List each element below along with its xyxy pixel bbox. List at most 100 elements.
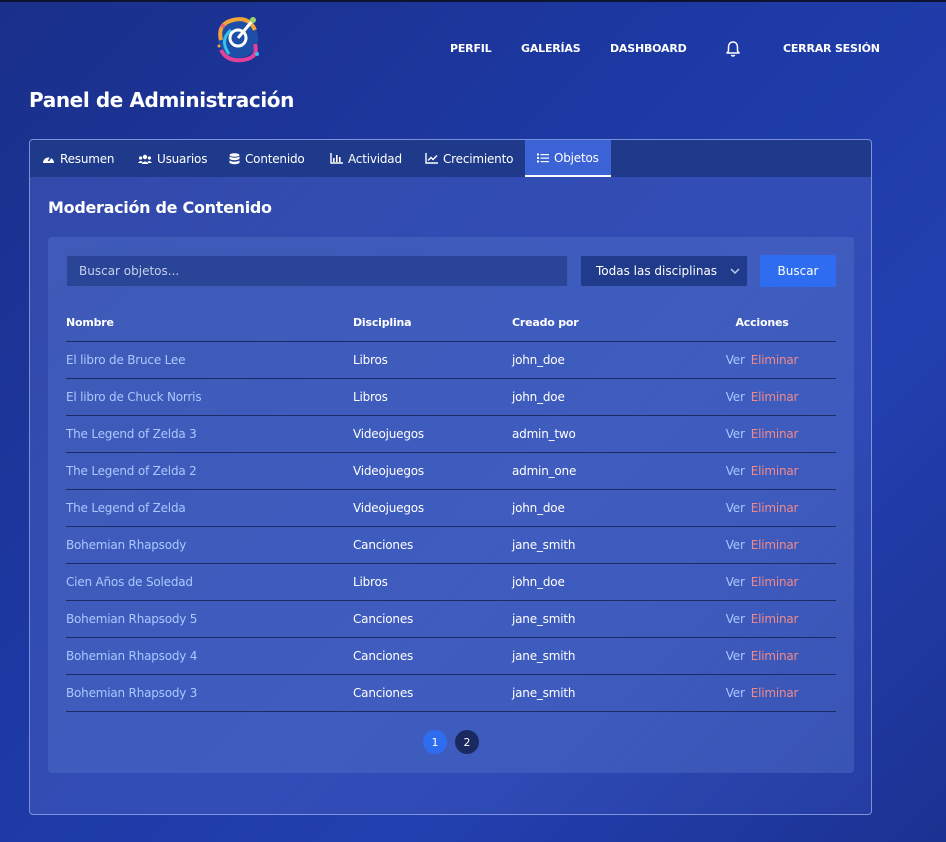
object-name-link[interactable]: El libro de Bruce Lee [66,353,185,367]
tab-usuarios[interactable]: Usuarios [138,140,207,177]
tab-label: Crecimiento [443,151,514,166]
list-icon [537,153,549,162]
table-row: Cien Años de Soledad Libros john_doe Ver Eli… [66,563,836,601]
cell-name: Cien Años de Soledad [66,563,353,601]
objects-table: Nombre Disciplina Creado por Acciones El… [66,305,836,712]
cell-discipline: Canciones [353,674,512,712]
cell-actions: Ver Eliminar [688,341,836,379]
top-nav: PERFIL GALERÍAS DASHBOARD CERRAR SESIÓN [0,42,946,56]
cell-actions: Ver Eliminar [688,637,836,675]
delete-link[interactable]: Eliminar [751,538,799,552]
view-link[interactable]: Ver [726,575,745,589]
cell-discipline: Libros [353,563,512,601]
section-title: Moderación de Contenido [48,198,272,217]
bell-icon[interactable] [725,40,741,58]
table-row: Bohemian Rhapsody 5 Canciones jane_smith Ve… [66,600,836,638]
cell-discipline: Canciones [353,600,512,638]
table-row: El libro de Chuck Norris Libros john_doe Ve… [66,378,836,416]
table-row: The Legend of Zelda 3 Videojuegos admin_tw… [66,415,836,453]
cell-actions: Ver Eliminar [688,378,836,416]
delete-link[interactable]: Eliminar [751,353,799,367]
delete-link[interactable]: Eliminar [751,649,799,663]
delete-link[interactable]: Eliminar [751,390,799,404]
line-chart-icon [425,153,438,164]
cell-creator: jane_smith [512,600,688,638]
users-icon [138,154,152,164]
table-header-row: Nombre Disciplina Creado por Acciones [66,305,836,342]
table-row: The Legend of Zelda 2 Videojuegos admin_on… [66,452,836,490]
object-name-link[interactable]: Bohemian Rhapsody [66,538,186,552]
database-icon [229,152,240,164]
view-link[interactable]: Ver [726,649,745,663]
delete-link[interactable]: Eliminar [751,575,799,589]
cell-creator: john_doe [512,378,688,416]
object-name-link[interactable]: El libro de Chuck Norris [66,390,202,404]
tab-resumen[interactable]: Resumen [42,140,115,177]
cell-actions: Ver Eliminar [688,600,836,638]
cell-creator: jane_smith [512,526,688,564]
object-name-link[interactable]: Bohemian Rhapsody 5 [66,612,197,626]
cell-name: The Legend of Zelda 2 [66,452,353,490]
object-name-link[interactable]: The Legend of Zelda [66,501,186,515]
app-logo[interactable] [209,10,267,66]
object-name-link[interactable]: Bohemian Rhapsody 4 [66,649,197,663]
tab-objetos[interactable]: Objetos [525,140,611,177]
delete-link[interactable]: Eliminar [751,427,799,441]
view-link[interactable]: Ver [726,427,745,441]
column-header-name: Nombre [66,305,353,342]
tab-bar: Resumen Usuarios Contenido Actividad Cre… [30,140,871,177]
tab-label: Contenido [245,151,305,166]
nav-link-dashboard[interactable]: DASHBOARD [610,42,687,55]
tab-contenido[interactable]: Contenido [229,140,305,177]
discipline-select[interactable]: Todas las disciplinas [580,255,748,287]
cell-discipline: Videojuegos [353,452,512,490]
tab-actividad[interactable]: Actividad [330,140,402,177]
search-input[interactable] [66,255,568,287]
view-link[interactable]: Ver [726,538,745,552]
delete-link[interactable]: Eliminar [751,612,799,626]
cell-actions: Ver Eliminar [688,415,836,453]
tab-label: Objetos [554,150,599,165]
delete-link[interactable]: Eliminar [751,501,799,515]
bar-chart-icon [330,153,343,164]
column-header-discipline: Disciplina [353,305,512,342]
page-button-2[interactable]: 2 [455,730,479,754]
cell-discipline: Canciones [353,526,512,564]
admin-card: Resumen Usuarios Contenido Actividad Cre… [29,139,872,815]
object-name-link[interactable]: The Legend of Zelda 3 [66,427,197,441]
cell-name: Bohemian Rhapsody 3 [66,674,353,712]
cell-name: El libro de Chuck Norris [66,378,353,416]
page-title: Panel de Administración [29,88,294,112]
logout-link[interactable]: CERRAR SESIÓN [783,42,880,55]
view-link[interactable]: Ver [726,501,745,515]
view-link[interactable]: Ver [726,353,745,367]
table-row: El libro de Bruce Lee Libros john_doe Ver El… [66,341,836,379]
cell-name: El libro de Bruce Lee [66,341,353,379]
nav-link-perfil[interactable]: PERFIL [450,42,492,55]
cell-actions: Ver Eliminar [688,452,836,490]
table-row: Bohemian Rhapsody 3 Canciones jane_smith Ve… [66,674,836,712]
delete-link[interactable]: Eliminar [751,686,799,700]
delete-link[interactable]: Eliminar [751,464,799,478]
cell-creator: admin_two [512,415,688,453]
cell-name: Bohemian Rhapsody [66,526,353,564]
tab-label: Resumen [60,151,115,166]
view-link[interactable]: Ver [726,390,745,404]
view-link[interactable]: Ver [726,686,745,700]
object-name-link[interactable]: The Legend of Zelda 2 [66,464,197,478]
object-name-link[interactable]: Cien Años de Soledad [66,575,193,589]
search-button[interactable]: Buscar [760,255,836,287]
object-name-link[interactable]: Bohemian Rhapsody 3 [66,686,197,700]
table-row: The Legend of Zelda Videojuegos john_doe Ve… [66,489,836,527]
view-link[interactable]: Ver [726,464,745,478]
nav-link-galerias[interactable]: GALERÍAS [521,42,581,55]
cell-actions: Ver Eliminar [688,489,836,527]
cell-creator: admin_one [512,452,688,490]
tab-crecimiento[interactable]: Crecimiento [425,140,513,177]
tab-label: Actividad [348,151,402,166]
view-link[interactable]: Ver [726,612,745,626]
cell-name: The Legend of Zelda [66,489,353,527]
cell-creator: john_doe [512,341,688,379]
cell-discipline: Libros [353,378,512,416]
page-button-1[interactable]: 1 [423,730,447,754]
